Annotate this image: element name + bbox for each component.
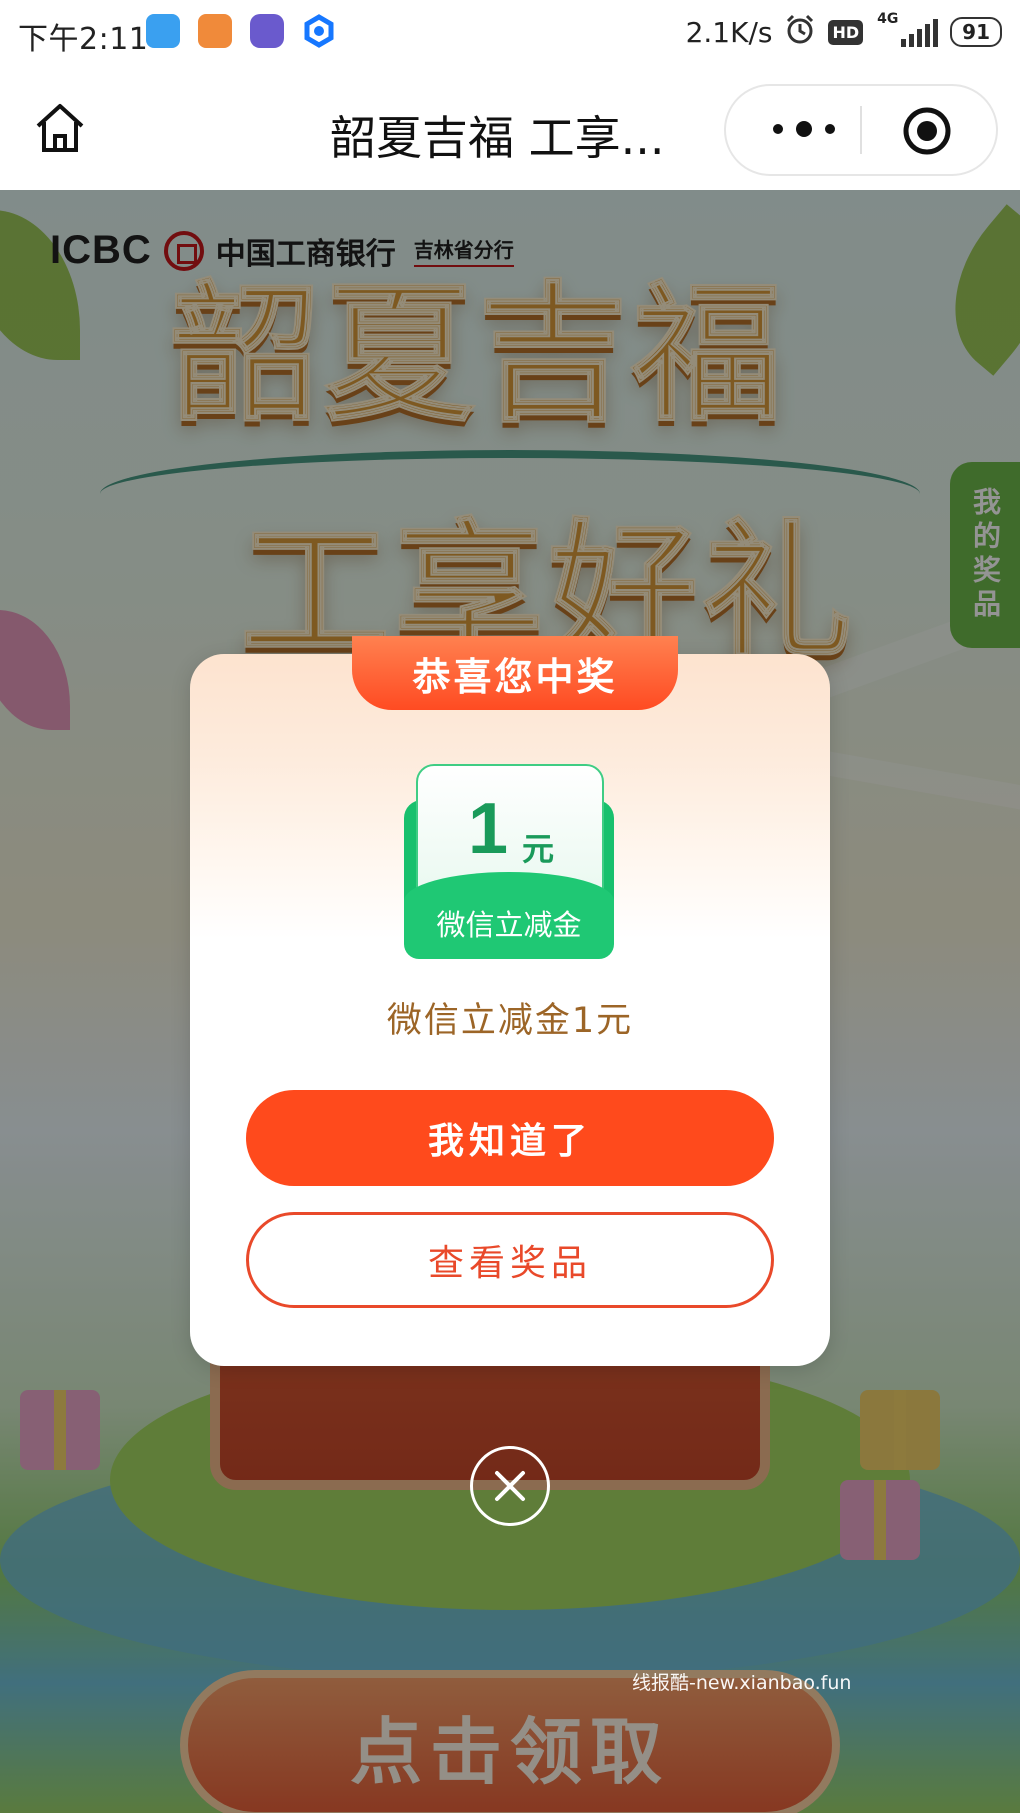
modal-close-button[interactable] [470, 1446, 550, 1526]
battery-indicator: 91 [950, 17, 1002, 47]
view-prizes-button[interactable]: 查看奖品 [246, 1212, 774, 1308]
status-time: 下午2:11 [18, 22, 149, 57]
close-icon [495, 1471, 525, 1501]
modal-header: 恭喜您中奖 [342, 636, 688, 710]
mini-program-capsule [724, 84, 998, 176]
coupon-label: 微信立减金 [436, 908, 582, 942]
status-indicators: 2.1K/s HD 4G 91 [685, 11, 1002, 52]
hd-badge: HD [828, 19, 864, 45]
prize-modal: 恭喜您中奖 1 元 微信立减金 微信立减金1元 我知道了 查看奖品 [190, 636, 830, 1366]
close-miniprogram-button[interactable] [902, 106, 952, 156]
target-icon [903, 107, 951, 155]
browser-app-icon [304, 14, 334, 48]
page-title: 韶夏吉福 工享... [330, 111, 665, 165]
capsule-divider [860, 106, 862, 154]
nav-bar: 韶夏吉福 工享... [0, 68, 1020, 190]
coupon-unit: 元 [522, 830, 555, 868]
coupon-amount: 1 [468, 789, 509, 869]
watermark: 线报酷-new.xianbao.fun [632, 1672, 852, 1694]
life-app-icon [198, 14, 232, 48]
more-icon [773, 121, 835, 137]
camera-app-icon [250, 14, 284, 48]
home-icon [36, 104, 84, 152]
coupon-graphic: 1 元 微信立减金 [404, 764, 614, 959]
status-bar: 下午2:11 2.1K/s HD 4G 91 [0, 0, 1020, 68]
home-button[interactable] [30, 98, 94, 162]
prize-description: 微信立减金1元 [386, 1001, 634, 1041]
signal-icon: 4G [875, 11, 939, 47]
acknowledge-button[interactable]: 我知道了 [246, 1090, 774, 1186]
network-type: 4G [877, 11, 899, 27]
wallet-app-icon [146, 14, 180, 48]
network-speed: 2.1K/s [685, 15, 773, 49]
more-button[interactable] [764, 114, 844, 144]
alarm-icon [784, 13, 816, 52]
